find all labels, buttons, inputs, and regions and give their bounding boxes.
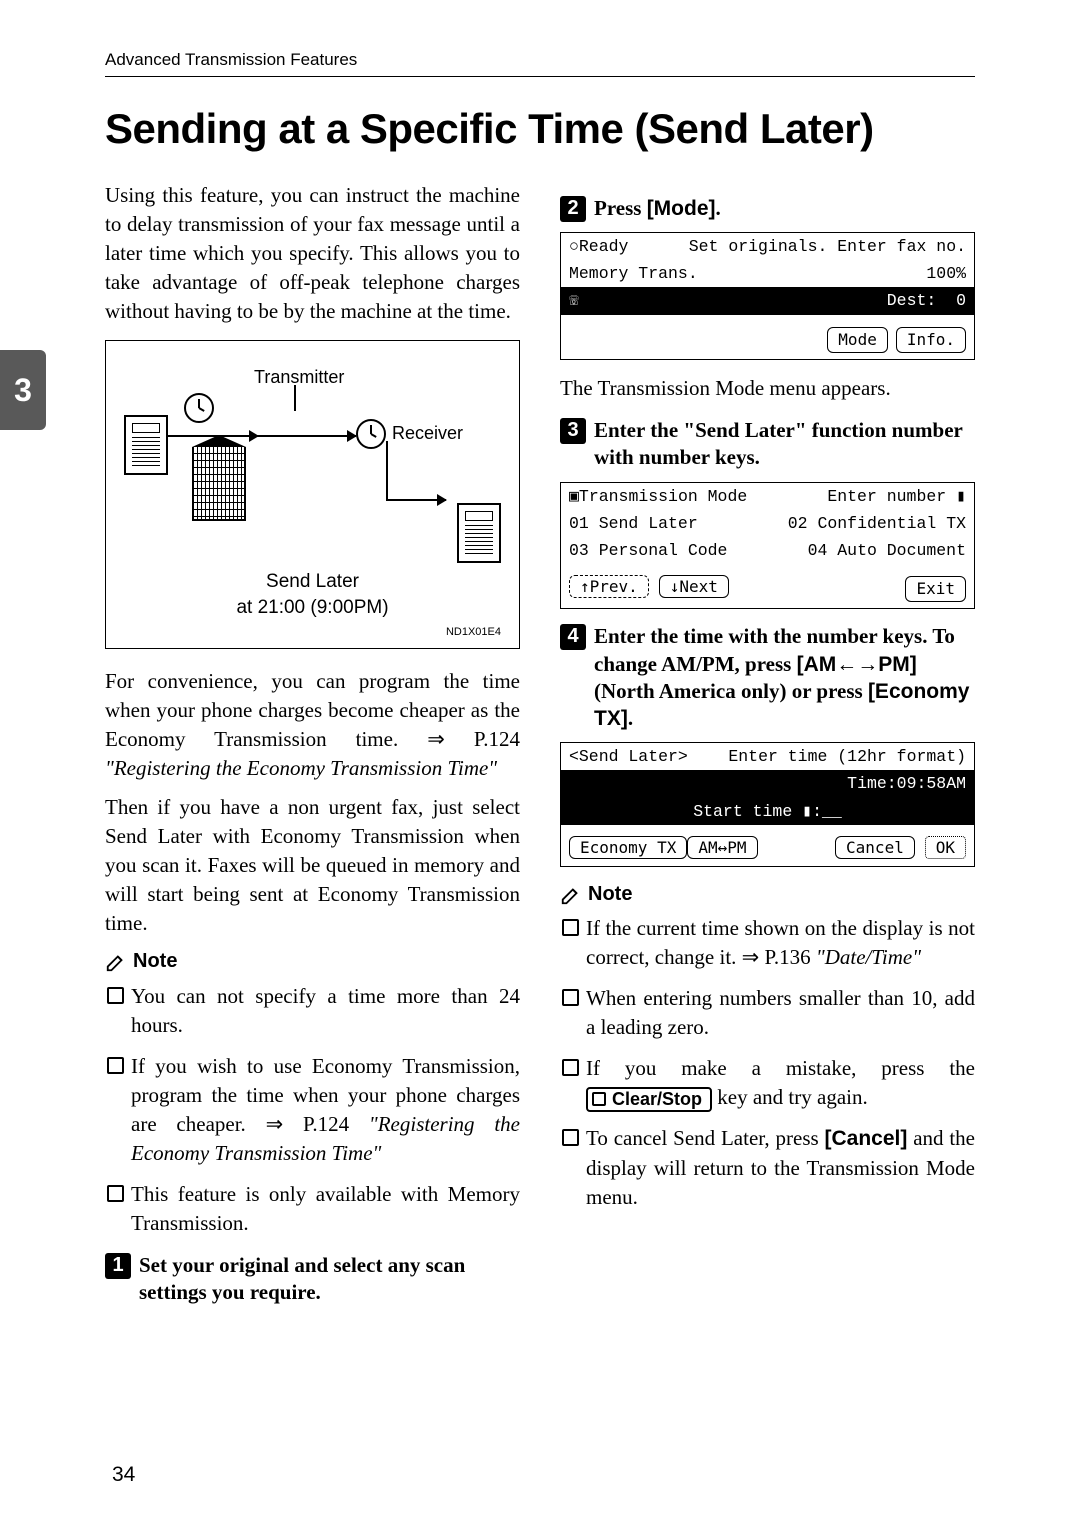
lcd-text: 04 Auto Document xyxy=(808,539,966,562)
lcd-text: Enter number ▮ xyxy=(827,485,966,508)
lcd-text: Time:09:58AM xyxy=(847,772,966,795)
key-label: [Mode] xyxy=(647,197,716,220)
building-icon xyxy=(192,435,246,521)
pencil-icon xyxy=(105,951,127,973)
lcd-text: 01 Send Later xyxy=(569,512,698,535)
text: key and try again. xyxy=(712,1085,868,1109)
figure-caption-2: at 21:00 (9:00PM) xyxy=(124,595,501,621)
chapter-tab: 3 xyxy=(0,350,46,430)
lcd-text: 03 Personal Code xyxy=(569,539,727,562)
lcd-text: Memory Trans. xyxy=(569,262,698,285)
lcd-text: ▣Transmission Mode xyxy=(569,485,747,508)
lcd-economy-tx-button: Economy TX xyxy=(569,836,687,859)
clear-stop-key: Clear/Stop xyxy=(586,1087,712,1113)
note-heading: Note xyxy=(560,881,975,909)
clock-icon xyxy=(356,419,386,449)
lcd-text: 02 Confidential TX xyxy=(788,512,966,535)
note-list: If the current time shown on the display… xyxy=(560,914,975,1212)
lcd-mode-button: Mode xyxy=(827,327,888,353)
lcd-info-button: Info. xyxy=(896,327,966,353)
lcd-text: Enter time (12hr format) xyxy=(728,745,966,768)
step-text: Press [Mode]. xyxy=(594,195,721,222)
text: Press xyxy=(594,196,647,220)
note-label: Note xyxy=(588,881,632,909)
pencil-icon xyxy=(560,884,582,906)
paragraph: Then if you have a non urgent fax, just … xyxy=(105,793,520,938)
lcd-screenshot-ready: ○Ready Set originals. Enter fax no. Memor… xyxy=(560,232,975,360)
lcd-next-button: ↓Next xyxy=(659,575,729,598)
step-1: 1 Set your original and select any scan … xyxy=(105,1252,520,1307)
right-column: 2 Press [Mode]. ○Ready Set originals. Ent… xyxy=(560,181,975,1314)
lcd-exit-button: Exit xyxy=(905,576,966,602)
step-text: Enter the "Send Later" function number w… xyxy=(594,417,975,472)
note-label: Note xyxy=(133,948,177,976)
lcd-ampm-button: AM↔PM xyxy=(687,836,757,859)
paragraph: The Transmission Mode menu appears. xyxy=(560,374,975,403)
cross-reference: "Registering the Economy Transmission Ti… xyxy=(105,756,497,780)
list-item: If the current time shown on the display… xyxy=(560,914,975,972)
text: To cancel Send Later, press xyxy=(586,1126,825,1150)
key-label: [AM←→PM] xyxy=(797,653,917,676)
paragraph: For convenience, you can program the tim… xyxy=(105,667,520,783)
lcd-ok-button: OK xyxy=(925,836,966,859)
step-4: 4 Enter the time with the number keys. T… xyxy=(560,623,975,732)
text: If you make a mistake, press the xyxy=(586,1056,975,1080)
arrow-icon xyxy=(386,499,446,501)
clock-icon xyxy=(184,393,214,423)
figure-id: ND1X01E4 xyxy=(124,625,501,640)
arrow-icon xyxy=(252,435,356,437)
lcd-text: Set originals. Enter fax no. xyxy=(689,235,966,258)
figure-caption-1: Send Later xyxy=(124,569,501,595)
intro-paragraph: Using this feature, you can instruct the… xyxy=(105,181,520,326)
list-item: This feature is only available with Memo… xyxy=(105,1180,520,1238)
step-3: 3 Enter the "Send Later" function number… xyxy=(560,417,975,472)
list-item: You can not specify a time more than 24 … xyxy=(105,982,520,1040)
step-number-badge: 1 xyxy=(105,1253,131,1279)
phone-icon: ☏ xyxy=(569,289,579,312)
list-item: If you wish to use Economy Transmission,… xyxy=(105,1052,520,1168)
lcd-text: Start time ▮:__ xyxy=(693,800,842,823)
lcd-screenshot-send-later: <Send Later> Enter time (12hr format) Tim… xyxy=(560,742,975,866)
left-column: Using this feature, you can instruct the… xyxy=(105,181,520,1314)
receiver-fax-icon xyxy=(457,503,501,563)
running-head: Advanced Transmission Features xyxy=(105,50,975,77)
label-transmitter: Transmitter xyxy=(254,365,344,390)
key-label: [Cancel] xyxy=(825,1127,908,1150)
list-item: When entering numbers smaller than 10, a… xyxy=(560,984,975,1042)
list-item: If you make a mistake, press the Clear/S… xyxy=(560,1054,975,1112)
lcd-prev-button: ↑Prev. xyxy=(569,575,649,598)
figure-send-later: Transmitter Receiver Send Later xyxy=(105,340,520,650)
text: . xyxy=(716,196,721,220)
note-heading: Note xyxy=(105,948,520,976)
cross-reference: "Date/Time" xyxy=(816,945,921,969)
list-item: To cancel Send Later, press [Cancel] and… xyxy=(560,1124,975,1212)
page-title: Sending at a Specific Time (Send Later) xyxy=(105,105,975,153)
step-number-badge: 2 xyxy=(560,196,586,222)
step-text: Set your original and select any scan se… xyxy=(139,1252,520,1307)
lcd-text: 100% xyxy=(926,262,966,285)
text: For convenience, you can program the tim… xyxy=(105,669,520,751)
transmitter-fax-icon xyxy=(124,415,168,475)
page-number: 34 xyxy=(112,1463,135,1487)
step-number-badge: 4 xyxy=(560,624,586,650)
step-text: Enter the time with the number keys. To … xyxy=(594,623,975,732)
lcd-text: <Send Later> xyxy=(569,745,688,768)
lcd-screenshot-transmission-mode: ▣Transmission Mode Enter number ▮ 01 Send… xyxy=(560,482,975,610)
lcd-cancel-button: Cancel xyxy=(835,836,915,859)
page: Advanced Transmission Features Sending a… xyxy=(105,0,975,1314)
lcd-text: Dest: 0 xyxy=(887,289,966,312)
lcd-text: ○Ready xyxy=(569,235,628,258)
note-list: You can not specify a time more than 24 … xyxy=(105,982,520,1238)
text: (North America only) or press xyxy=(594,679,868,703)
step-2: 2 Press [Mode]. xyxy=(560,195,975,222)
label-receiver: Receiver xyxy=(392,421,463,446)
step-number-badge: 3 xyxy=(560,418,586,444)
text: . xyxy=(628,706,633,730)
